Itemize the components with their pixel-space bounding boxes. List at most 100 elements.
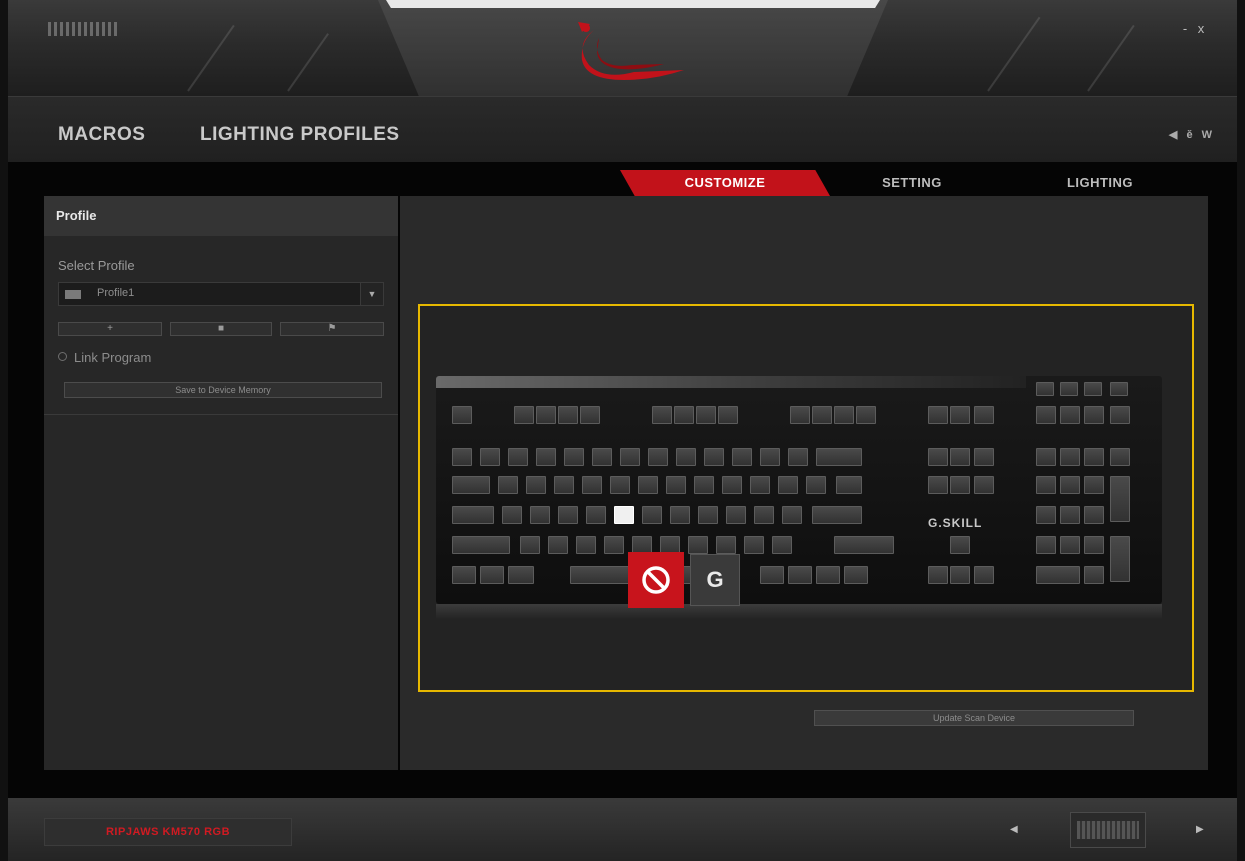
keyboard-key[interactable] [694, 476, 714, 494]
keyboard-key[interactable] [452, 476, 490, 494]
keyboard-key[interactable] [950, 406, 970, 424]
keyboard-key[interactable] [580, 406, 600, 424]
keyboard-key[interactable] [928, 406, 948, 424]
drag-grip-icon[interactable] [48, 22, 118, 36]
keyboard-key[interactable] [648, 448, 668, 466]
keyboard-key[interactable] [592, 448, 612, 466]
keyboard-key[interactable] [698, 506, 718, 524]
keyboard-key[interactable] [610, 476, 630, 494]
keyboard-key[interactable] [744, 536, 764, 554]
keyboard-key[interactable] [1036, 382, 1054, 396]
keyboard-key[interactable] [1060, 382, 1078, 396]
keyboard-key[interactable] [1036, 448, 1056, 466]
keyboard-key[interactable] [670, 506, 690, 524]
keyboard-key[interactable] [558, 506, 578, 524]
keyboard-key[interactable] [754, 506, 774, 524]
keyboard-key[interactable] [726, 506, 746, 524]
minimize-button[interactable]: - [1178, 22, 1192, 36]
keyboard-key[interactable] [1084, 382, 1102, 396]
keyboard-key[interactable] [652, 406, 672, 424]
keyboard-key[interactable] [536, 448, 556, 466]
keyboard-key[interactable] [498, 476, 518, 494]
update-scan-device-button[interactable]: Update Scan Device [814, 710, 1134, 726]
keyboard-key[interactable] [582, 476, 602, 494]
keyboard-key[interactable] [688, 536, 708, 554]
title-bar[interactable]: - x [8, 0, 1237, 96]
keyboard-key[interactable] [1036, 476, 1056, 494]
nav-lighting-profiles[interactable]: LIGHTING PROFILES [200, 124, 400, 146]
keyboard-key[interactable] [760, 566, 784, 584]
keyboard-key[interactable] [974, 448, 994, 466]
keyboard-key[interactable] [716, 536, 736, 554]
keyboard-key[interactable] [790, 406, 810, 424]
keyboard-key[interactable] [1110, 406, 1130, 424]
keyboard-key[interactable] [1084, 536, 1104, 554]
keyboard-key[interactable] [772, 536, 792, 554]
keyboard-key[interactable] [950, 566, 970, 584]
keyboard-key[interactable] [1110, 382, 1128, 396]
keyboard-key[interactable] [812, 406, 832, 424]
dropdown-arrow-icon[interactable]: ▼ [360, 283, 383, 305]
delete-profile-button[interactable]: ⚑ [280, 322, 384, 336]
tab-setting[interactable]: SETTING [848, 170, 976, 196]
keyboard-key[interactable] [788, 448, 808, 466]
keyboard-key[interactable] [480, 448, 500, 466]
keyboard-key[interactable] [704, 448, 724, 466]
keyboard-key[interactable] [974, 566, 994, 584]
device-thumbnail[interactable] [1070, 812, 1146, 848]
keyboard-key[interactable] [526, 476, 546, 494]
add-profile-button[interactable]: + [58, 322, 162, 336]
keyboard-key[interactable] [1036, 566, 1080, 584]
keyboard-key[interactable] [816, 448, 862, 466]
next-device-icon[interactable]: ▶ [1196, 824, 1204, 835]
keyboard-key[interactable] [760, 448, 780, 466]
keyboard-key[interactable] [1036, 406, 1056, 424]
keyboard-key[interactable] [750, 476, 770, 494]
keyboard-key[interactable] [514, 406, 534, 424]
keyboard-key[interactable] [452, 406, 472, 424]
keyboard-key[interactable] [1110, 476, 1130, 522]
selected-keyboard-key[interactable] [614, 506, 634, 524]
keyboard-key[interactable] [638, 476, 658, 494]
keyboard-key[interactable] [520, 536, 540, 554]
keyboard-key[interactable] [732, 448, 752, 466]
keyboard-key[interactable] [674, 406, 694, 424]
keyboard-key[interactable] [856, 406, 876, 424]
keyboard-key[interactable] [834, 536, 894, 554]
keyboard-key[interactable] [558, 406, 578, 424]
g-macro-key-button[interactable]: G [690, 554, 740, 606]
keyboard-key[interactable] [928, 476, 948, 494]
keyboard-key[interactable] [722, 476, 742, 494]
keyboard-key[interactable] [1060, 448, 1080, 466]
keyboard-key[interactable] [928, 566, 948, 584]
keyboard-key[interactable] [974, 406, 994, 424]
keyboard-key[interactable] [950, 448, 970, 466]
keyboard-key[interactable] [1110, 448, 1130, 466]
nav-macros[interactable]: MACROS [58, 124, 145, 146]
link-program-checkbox[interactable] [58, 352, 67, 361]
keyboard-key[interactable] [564, 448, 584, 466]
keyboard-key[interactable] [844, 566, 868, 584]
keyboard-key[interactable] [620, 448, 640, 466]
tab-customize[interactable]: CUSTOMIZE [620, 170, 830, 196]
keyboard-key[interactable] [1084, 406, 1104, 424]
keyboard-key[interactable] [950, 476, 970, 494]
keyboard-key[interactable] [816, 566, 840, 584]
keyboard-key[interactable] [1036, 536, 1056, 554]
keyboard-key[interactable] [1084, 448, 1104, 466]
keyboard-key[interactable] [1060, 476, 1080, 494]
keyboard-key[interactable] [778, 476, 798, 494]
keyboard-key[interactable] [1084, 476, 1104, 494]
prev-device-icon[interactable]: ◀ [1010, 824, 1018, 835]
keyboard-key[interactable] [836, 476, 862, 494]
keyboard-key[interactable] [1060, 506, 1080, 524]
keyboard-key[interactable] [452, 448, 472, 466]
keyboard-key[interactable] [452, 566, 476, 584]
keyboard-key[interactable] [1084, 506, 1104, 524]
keyboard-key[interactable] [676, 448, 696, 466]
keyboard-key[interactable] [530, 506, 550, 524]
keyboard-key[interactable] [642, 506, 662, 524]
keyboard-key[interactable] [508, 566, 534, 584]
keyboard-key[interactable] [1110, 536, 1130, 582]
keyboard-key[interactable] [928, 448, 948, 466]
